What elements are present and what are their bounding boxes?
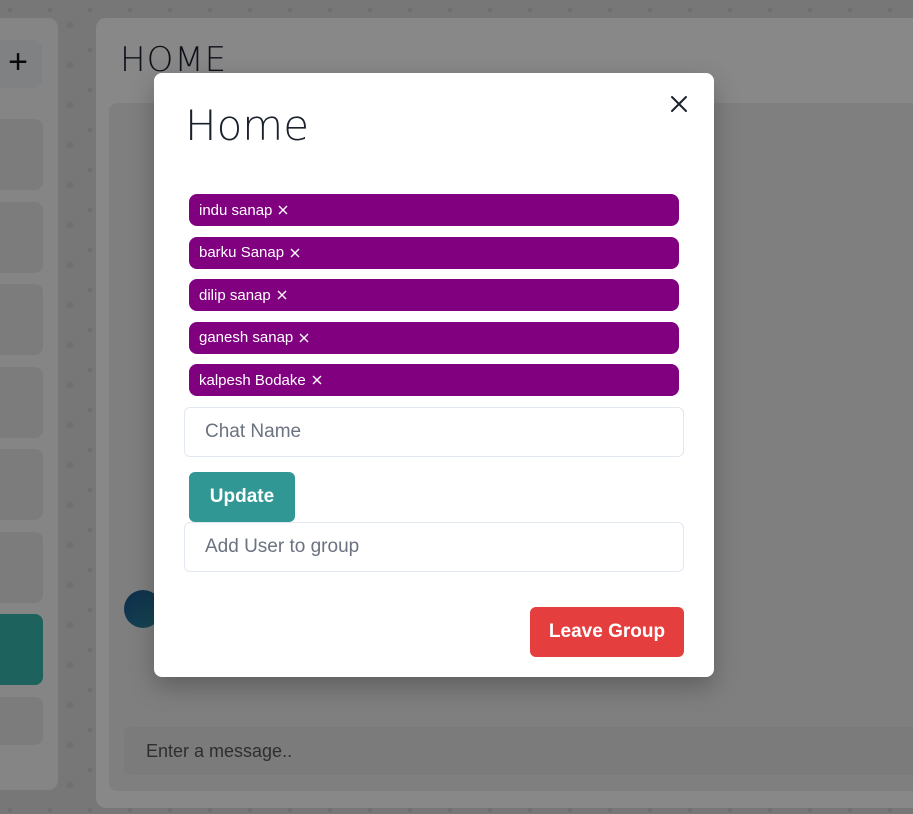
member-badge[interactable]: ganesh sanap <box>189 321 679 354</box>
member-badge[interactable]: barku Sanap <box>189 236 679 269</box>
member-badge[interactable]: indu sanap <box>189 194 679 226</box>
modal-title: Home <box>185 101 310 150</box>
close-button[interactable] <box>665 90 693 118</box>
remove-member-icon[interactable] <box>289 247 301 259</box>
member-badge[interactable]: dilip sanap <box>189 279 679 311</box>
update-button[interactable]: Update <box>189 472 295 522</box>
member-name: ganesh sanap <box>199 329 294 346</box>
member-name: barku Sanap <box>199 244 285 261</box>
close-icon <box>671 96 687 112</box>
remove-member-icon[interactable] <box>276 289 288 301</box>
add-user-input[interactable] <box>184 522 684 572</box>
remove-member-icon[interactable] <box>311 374 323 386</box>
remove-member-icon[interactable] <box>298 332 310 344</box>
group-settings-modal: Home indu sanap barku Sanap dilip sanap … <box>154 73 714 677</box>
chat-name-input[interactable] <box>184 407 684 457</box>
member-name: indu sanap <box>199 201 273 219</box>
remove-member-icon[interactable] <box>277 204 289 216</box>
member-name: dilip sanap <box>199 286 271 304</box>
member-name: kalpesh Bodake <box>199 371 306 389</box>
member-badge[interactable]: kalpesh Bodake <box>189 364 679 396</box>
member-badge-list: indu sanap barku Sanap dilip sanap ganes… <box>189 194 679 407</box>
leave-group-button[interactable]: Leave Group <box>530 607 684 657</box>
